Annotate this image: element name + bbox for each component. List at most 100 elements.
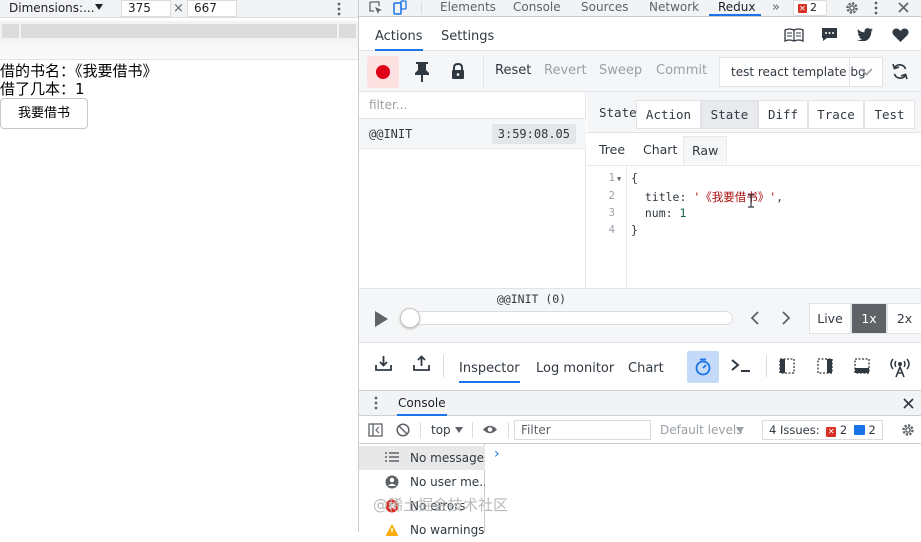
tab-redux[interactable]: Redux	[718, 0, 756, 15]
export-icon[interactable]	[413, 355, 430, 372]
tab-chart[interactable]: Chart	[635, 136, 685, 164]
device-toggle-icon[interactable]	[393, 0, 407, 16]
width-input[interactable]: 375	[121, 0, 171, 17]
issues-counter[interactable]: 4 Issues: ✕ 2 2	[762, 420, 883, 440]
sidebar-item-label: No warnings	[410, 523, 485, 537]
toolbar-divider	[420, 422, 421, 438]
tab-inspector[interactable]: Inspector	[459, 351, 520, 383]
context-select[interactable]: top	[431, 416, 451, 444]
active-tab-indicator	[709, 14, 761, 16]
chevron-down-icon	[95, 4, 103, 10]
sync-icon[interactable]	[892, 63, 908, 80]
state-inspector: State Action State Diff Trace Test Tree …	[587, 92, 921, 288]
chevron-down-icon	[455, 427, 463, 433]
twitter-icon[interactable]	[857, 28, 873, 41]
play-icon[interactable]	[375, 311, 388, 327]
import-icon[interactable]	[375, 355, 392, 372]
toolbar-divider	[443, 355, 444, 377]
instance-select[interactable]: test react template bg	[719, 57, 883, 87]
fold-arrow-icon[interactable]: ▼	[617, 175, 621, 183]
slider-handle[interactable]	[400, 308, 420, 328]
redux-header: Actions Settings	[359, 18, 921, 51]
sidebar-item-messages[interactable]: No messages	[359, 446, 485, 470]
more-tabs-icon[interactable]: »	[772, 0, 780, 15]
dock-right-icon[interactable]	[817, 358, 833, 374]
tab-log-monitor[interactable]: Log monitor	[536, 351, 614, 383]
dispatcher-toggle-button[interactable]	[687, 351, 719, 383]
close-icon[interactable]	[903, 398, 914, 409]
clear-console-icon[interactable]	[396, 423, 410, 437]
tab-actions[interactable]: Actions	[375, 18, 423, 51]
tab-sources[interactable]: Sources	[581, 0, 628, 15]
chevron-right-icon[interactable]	[782, 311, 791, 325]
tab-tree[interactable]: Tree	[591, 136, 633, 164]
code-string: '《我要借书》'	[693, 190, 777, 204]
line-number: 1	[608, 172, 615, 184]
terminal-icon[interactable]	[731, 359, 751, 373]
eye-icon[interactable]	[482, 424, 498, 435]
dimensions-select[interactable]: Dimensions:...	[9, 0, 95, 17]
tab-raw[interactable]: Raw	[683, 136, 728, 164]
speed-live-button[interactable]: Live	[809, 303, 851, 334]
close-icon[interactable]	[898, 2, 909, 13]
issues-info-count: 2	[868, 423, 876, 437]
speed-2x-button[interactable]: 2x	[887, 303, 921, 334]
inspect-element-icon[interactable]	[369, 1, 383, 15]
lock-icon[interactable]	[451, 63, 465, 80]
remote-broadcast-icon[interactable]	[889, 356, 911, 378]
heart-icon[interactable]	[892, 28, 909, 43]
slider-track[interactable]	[403, 311, 733, 325]
commit-button[interactable]: Commit	[656, 56, 707, 86]
log-levels-select[interactable]: Default levels	[660, 416, 742, 444]
devtools-panel: Elements Console Sources Network Redux »…	[358, 0, 921, 537]
tab-network[interactable]: Network	[649, 0, 699, 15]
code-key: num:	[631, 206, 680, 220]
tab-elements[interactable]: Elements	[440, 0, 496, 15]
pin-icon[interactable]	[414, 61, 430, 82]
text-cursor-icon	[748, 194, 754, 208]
tab-chart-monitor[interactable]: Chart	[628, 351, 664, 383]
media-query-segment[interactable]	[2, 24, 19, 38]
console-prompt-icon[interactable]: ›	[494, 446, 500, 462]
borrow-book-button[interactable]: 我要借书	[0, 98, 88, 129]
tab-action[interactable]: Action	[636, 100, 701, 129]
revert-button[interactable]: Revert	[544, 56, 587, 86]
drawer-menu-icon[interactable]	[374, 396, 378, 410]
line-number: 2	[608, 190, 615, 202]
more-options-icon[interactable]	[337, 2, 341, 16]
height-input[interactable]: 667	[187, 0, 237, 17]
dock-left-icon[interactable]	[779, 358, 795, 374]
action-filter-input[interactable]: filter...	[359, 92, 586, 119]
dock-bottom-icon[interactable]	[854, 358, 870, 374]
book-icon[interactable]	[784, 28, 804, 42]
console-filter-input[interactable]: Filter	[514, 420, 651, 440]
chat-icon[interactable]	[821, 27, 838, 42]
reset-button[interactable]: Reset	[495, 56, 531, 86]
sweep-button[interactable]: Sweep	[599, 56, 642, 86]
record-button[interactable]	[367, 56, 399, 88]
sidebar-item-warnings[interactable]: No warnings	[359, 518, 485, 542]
devtools-menu-icon[interactable]	[874, 1, 878, 15]
tab-test[interactable]: Test	[864, 100, 915, 129]
tab-settings[interactable]: Settings	[441, 18, 494, 51]
media-query-segment[interactable]	[21, 24, 337, 38]
watermark-text: @稀土掘金技术社区	[373, 496, 509, 514]
raw-state-editor[interactable]: 1 2 3 4 ▼ { title: '《我要借书》', num: 1 }	[587, 166, 921, 288]
sidebar-toggle-icon[interactable]	[368, 423, 383, 437]
speed-1x-button[interactable]: 1x	[851, 303, 887, 334]
sidebar-item-user-messages[interactable]: No user me...	[359, 470, 485, 494]
chevron-left-icon[interactable]	[750, 311, 759, 325]
tab-diff[interactable]: Diff	[758, 100, 808, 129]
tab-trace[interactable]: Trace	[808, 100, 864, 129]
code-key: title:	[631, 190, 694, 204]
drawer-tab-console[interactable]: Console	[397, 391, 447, 416]
tab-state[interactable]: State	[701, 100, 758, 129]
media-query-segment[interactable]	[339, 24, 356, 38]
sidebar-item-label: No messages	[410, 451, 485, 465]
error-counter[interactable]: ✕ 2	[793, 0, 827, 16]
line-number: 3	[608, 207, 615, 219]
gear-icon[interactable]	[845, 1, 859, 15]
gear-icon[interactable]	[901, 423, 915, 437]
action-list-item[interactable]: @@INIT 3:59:08.05	[359, 119, 586, 149]
tab-console[interactable]: Console	[513, 0, 561, 15]
